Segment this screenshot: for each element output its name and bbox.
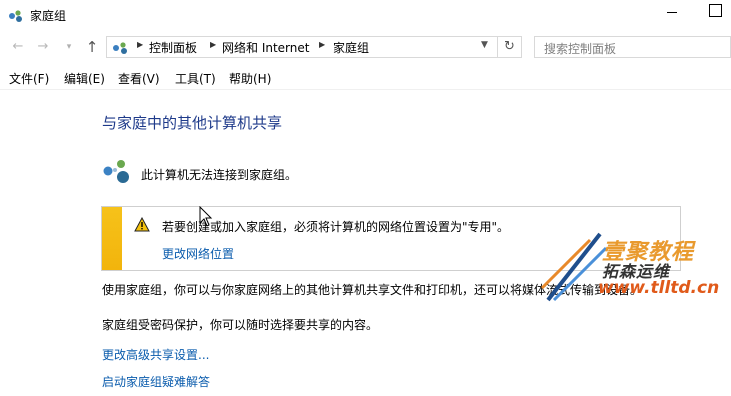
breadcrumb-separator-icon[interactable]: ▶ xyxy=(210,40,216,49)
homegroup-icon xyxy=(113,42,127,54)
breadcrumb-separator-icon[interactable]: ▶ xyxy=(319,40,325,49)
search-input[interactable]: 搜索控制面板 xyxy=(534,36,731,58)
homegroup-icon xyxy=(9,10,22,22)
homegroup-troubleshooter-link[interactable]: 启动家庭组疑难解答 xyxy=(102,373,210,390)
menu-help[interactable]: 帮助(H) xyxy=(229,70,271,87)
forward-arrow-icon[interactable]: → xyxy=(35,38,51,56)
warning-panel: 若要创建或加入家庭组，必须将计算机的网络位置设置为"专用"。 更改网络位置 xyxy=(101,206,681,271)
change-network-location-link[interactable]: 更改网络位置 xyxy=(162,245,234,262)
menu-edit[interactable]: 编辑(E) xyxy=(64,70,105,87)
main-content: 与家庭中的其他计算机共享 此计算机无法连接到家庭组。 若要创建或加入家庭组，必须… xyxy=(0,92,731,396)
password-note: 家庭组受密码保护，你可以随时选择要共享的内容。 xyxy=(102,318,379,332)
menu-tools[interactable]: 工具(T) xyxy=(175,70,216,87)
title-bar: 家庭组 xyxy=(0,0,731,32)
up-arrow-icon[interactable]: ↑ xyxy=(84,38,100,56)
search-placeholder: 搜索控制面板 xyxy=(544,42,617,56)
address-bar[interactable]: ▶ 控制面板 ▶ 网络和 Internet ▶ 家庭组 ▼ xyxy=(106,36,498,58)
minimize-button[interactable] xyxy=(656,0,690,26)
menu-file[interactable]: 文件(F) xyxy=(9,70,49,87)
homegroup-status: 此计算机无法连接到家庭组。 xyxy=(141,168,298,182)
warning-accent-bar xyxy=(102,207,122,270)
page-title: 与家庭中的其他计算机共享 xyxy=(102,114,283,132)
breadcrumb-homegroup[interactable]: 家庭组 xyxy=(333,39,369,56)
breadcrumb-control-panel[interactable]: 控制面板 xyxy=(149,39,197,56)
warning-message: 若要创建或加入家庭组，必须将计算机的网络位置设置为"专用"。 xyxy=(162,220,510,234)
navigation-bar: ← → ▾ ↑ ▶ 控制面板 ▶ 网络和 Internet ▶ 家庭组 ▼ ↻ … xyxy=(0,32,731,62)
breadcrumb-network-internet[interactable]: 网络和 Internet xyxy=(222,39,309,56)
breadcrumb-separator-icon[interactable]: ▶ xyxy=(137,40,143,49)
homegroup-icon xyxy=(103,160,129,183)
maximize-button[interactable] xyxy=(700,0,731,26)
window-title: 家庭组 xyxy=(30,9,67,23)
mouse-cursor-icon xyxy=(199,206,213,227)
refresh-icon[interactable]: ↻ xyxy=(498,36,522,58)
chevron-down-icon[interactable]: ▼ xyxy=(481,40,488,50)
homegroup-description: 使用家庭组，你可以与你家庭网络上的其他计算机共享文件和打印机，还可以将媒体流式传… xyxy=(102,283,643,297)
menu-view[interactable]: 查看(V) xyxy=(118,70,160,87)
menu-bar: 文件(F) 编辑(E) 查看(V) 工具(T) 帮助(H) xyxy=(0,66,731,90)
warning-icon xyxy=(134,217,150,232)
recent-locations-chevron-icon[interactable]: ▾ xyxy=(61,38,77,56)
advanced-sharing-settings-link[interactable]: 更改高级共享设置... xyxy=(102,346,209,363)
back-arrow-icon[interactable]: ← xyxy=(10,38,26,56)
